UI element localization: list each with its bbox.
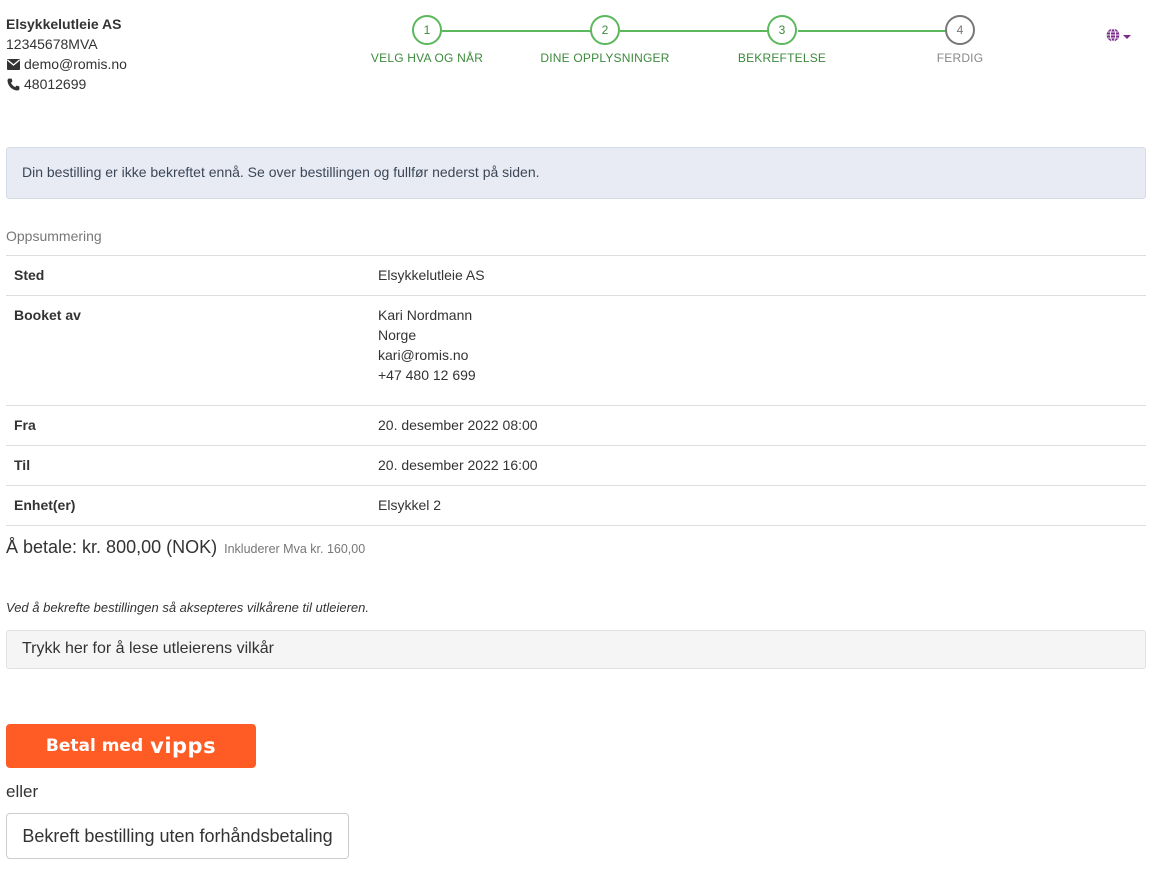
booker-country: Norge	[378, 327, 417, 343]
summary-title: Oppsummering	[6, 228, 102, 244]
chevron-down-icon	[1123, 34, 1131, 39]
amount-due: Å betale: kr. 800,00 (NOK) Inkluderer Mv…	[6, 537, 365, 558]
row-label: Sted	[6, 255, 370, 296]
step-label: FERDIG	[936, 51, 984, 65]
booker-phone: +47 480 12 699	[378, 367, 476, 383]
table-row: Sted Elsykkelutleie AS	[6, 255, 1146, 296]
company-phone[interactable]: 48012699	[24, 74, 86, 94]
amount-text: Å betale: kr. 800,00 (NOK)	[6, 537, 218, 557]
row-label: Til	[6, 445, 370, 486]
step-1[interactable]: 1 VELG HVA OG NÅR	[347, 15, 507, 65]
terms-note: Ved å bekrefte bestillingen så akseptere…	[6, 600, 370, 615]
vat-text: Inkluderer Mva kr. 160,00	[224, 542, 366, 556]
row-value: Elsykkelutleie AS	[370, 255, 1146, 296]
envelope-icon	[6, 57, 20, 71]
vipps-logo: vipps	[150, 734, 217, 758]
row-label: Booket av	[6, 295, 370, 406]
company-email-row: demo@romis.no	[6, 54, 127, 74]
step-number: 1	[412, 15, 442, 45]
table-row: Til 20. desember 2022 16:00	[6, 445, 1146, 486]
vipps-button-label: Betal med	[45, 736, 144, 756]
unconfirmed-alert: Din bestilling er ikke bekreftet ennå. S…	[6, 147, 1146, 199]
company-name: Elsykkelutleie AS	[6, 16, 122, 32]
step-label: VELG HVA OG NÅR	[370, 51, 484, 65]
company-org-number: 12345678MVA	[6, 36, 98, 52]
row-value: 20. desember 2022 08:00	[370, 405, 1146, 446]
terms-toggle[interactable]: Trykk her for å lese utleierens vilkår	[6, 630, 1146, 669]
step-number: 4	[945, 15, 975, 45]
phone-icon	[6, 77, 20, 91]
booker-details: Kari Nordmann Norge kari@romis.no +47 48…	[370, 295, 1146, 406]
row-label: Fra	[6, 405, 370, 446]
summary-table: Sted Elsykkelutleie AS Booket av Kari No…	[6, 255, 1146, 526]
step-4: 4 FERDIG	[880, 15, 1040, 65]
globe-icon	[1106, 28, 1120, 45]
step-label: BEKREFTELSE	[737, 51, 827, 65]
step-label: DINE OPPLYSNINGER	[540, 51, 670, 65]
row-label: Enhet(er)	[6, 485, 370, 526]
step-number: 2	[590, 15, 620, 45]
company-phone-row: 48012699	[6, 74, 127, 94]
pay-with-vipps-button[interactable]: Betal med vipps	[6, 724, 256, 768]
booker-email: kari@romis.no	[378, 347, 469, 363]
row-value: Elsykkel 2	[370, 485, 1146, 526]
language-selector[interactable]	[1106, 28, 1131, 45]
company-info: Elsykkelutleie AS 12345678MVA demo@romis…	[6, 14, 127, 94]
table-row: Enhet(er) Elsykkel 2	[6, 485, 1146, 526]
booker-name: Kari Nordmann	[378, 307, 473, 323]
step-2[interactable]: 2 DINE OPPLYSNINGER	[525, 15, 685, 65]
step-number: 3	[767, 15, 797, 45]
company-email[interactable]: demo@romis.no	[24, 54, 127, 74]
step-3[interactable]: 3 BEKREFTELSE	[702, 15, 862, 65]
table-row: Booket av Kari Nordmann Norge kari@romis…	[6, 295, 1146, 406]
confirm-without-payment-button[interactable]: Bekreft bestilling uten forhåndsbetaling	[6, 813, 349, 859]
or-separator: eller	[6, 782, 39, 801]
progress-stepper: 1 VELG HVA OG NÅR 2 DINE OPPLYSNINGER 3 …	[355, 15, 1055, 75]
table-row: Fra 20. desember 2022 08:00	[6, 405, 1146, 446]
row-value: 20. desember 2022 16:00	[370, 445, 1146, 486]
